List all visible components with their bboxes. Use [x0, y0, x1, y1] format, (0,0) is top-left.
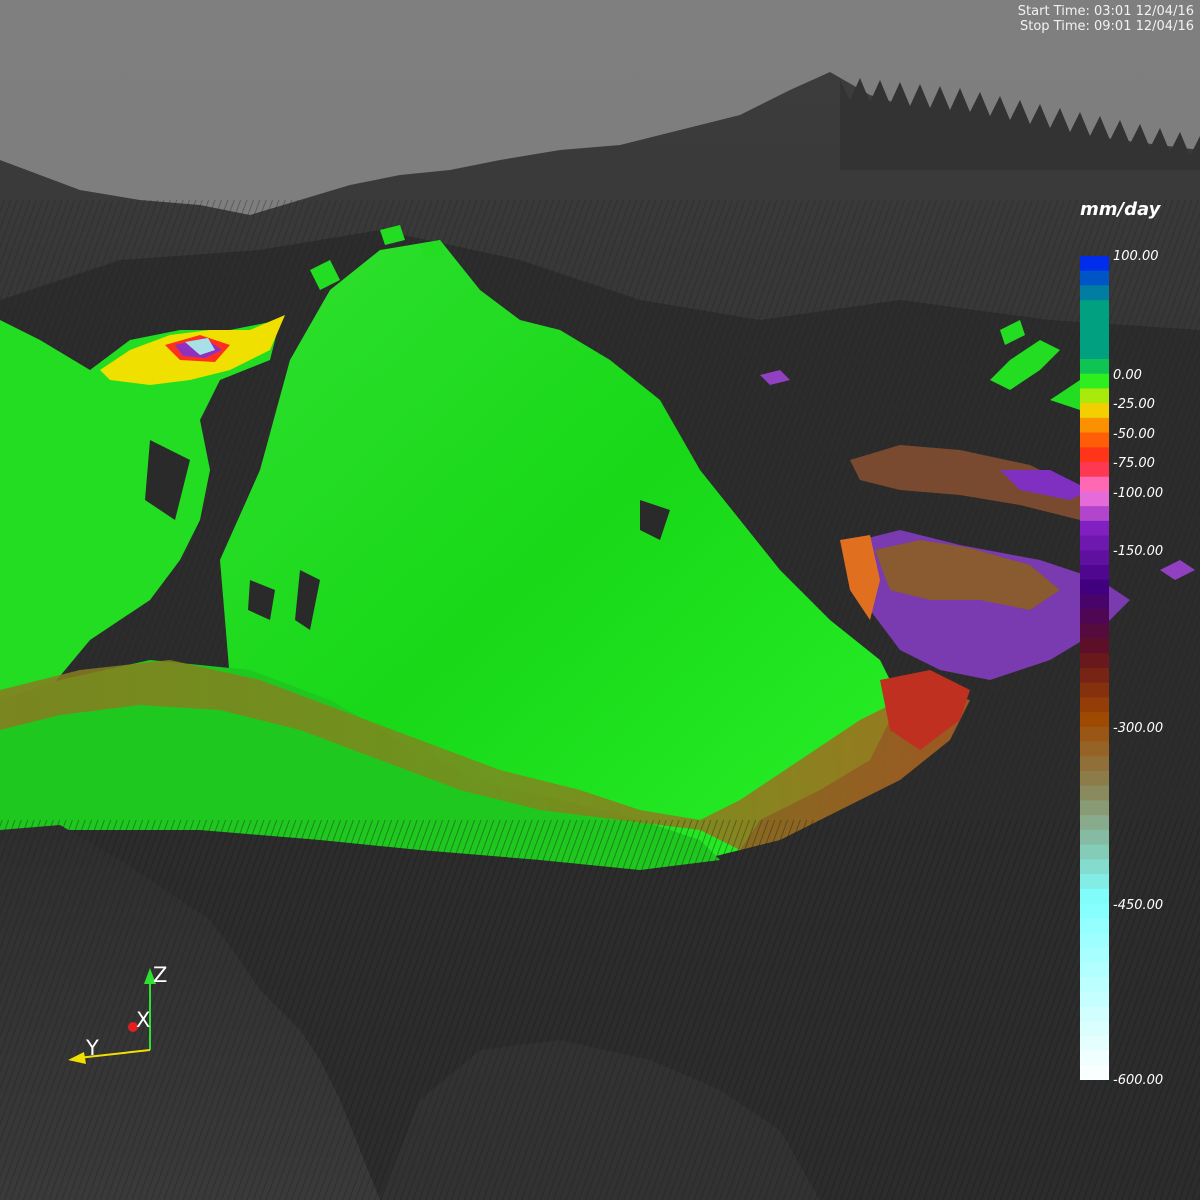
- legend-tick-label: 0.00: [1113, 368, 1142, 383]
- colorbar-segment: [1080, 550, 1109, 566]
- legend-tick-label: -100.00: [1113, 486, 1164, 501]
- colorbar-segment: [1080, 359, 1109, 375]
- colorbar-segment: [1080, 520, 1109, 537]
- colorbar-segment: [1080, 403, 1109, 419]
- colorbar-segment: [1080, 962, 1109, 978]
- colorbar-segment: [1080, 668, 1109, 684]
- colorbar-segment: [1080, 388, 1109, 404]
- colorbar-segment: [1080, 638, 1109, 654]
- legend-tick-label: -300.00: [1113, 721, 1164, 736]
- 3d-viewport[interactable]: Start Time: 03:01 12/04/16 Stop Time: 09…: [0, 0, 1200, 1200]
- colorbar-segment: [1080, 903, 1109, 919]
- colorbar-segment: [1080, 932, 1109, 949]
- colorbar-segment: [1080, 1035, 1109, 1052]
- colorbar-segment: [1080, 888, 1109, 905]
- start-time: Start Time: 03:01 12/04/16: [1017, 4, 1194, 19]
- colorbar-segment: [1080, 447, 1109, 463]
- legend-title: mm/day: [1080, 199, 1161, 220]
- legend-tick-label: -50.00: [1113, 427, 1155, 442]
- colorbar-segment: [1080, 476, 1109, 493]
- axis-label-y: Y: [86, 1036, 99, 1060]
- colorbar-segment: [1080, 344, 1109, 360]
- colorbar-segment: [1080, 800, 1109, 816]
- colorbar-segment: [1080, 491, 1109, 507]
- colorbar-segment: [1080, 623, 1109, 640]
- colorbar-segment: [1080, 535, 1109, 551]
- colorbar-segment: [1080, 609, 1109, 625]
- axis-label-x: X: [136, 1008, 151, 1032]
- legend-tick-label: -150.00: [1113, 544, 1164, 559]
- axis-label-z: Z: [153, 963, 168, 987]
- time-info: Start Time: 03:01 12/04/16 Stop Time: 09…: [1018, 4, 1194, 34]
- colorbar-segment: [1080, 256, 1109, 272]
- legend-tick-label: -450.00: [1113, 898, 1164, 913]
- colorbar-segment: [1080, 1021, 1109, 1037]
- y-axis-arrow: [68, 1052, 86, 1064]
- colorbar-segment: [1080, 314, 1109, 331]
- colorbar-segment: [1080, 991, 1109, 1008]
- colorbar-segment: [1080, 594, 1109, 610]
- colorbar-segment: [1080, 462, 1109, 478]
- axes-triad: [68, 968, 156, 1064]
- colorbar-segment: [1080, 565, 1109, 581]
- colorbar-segment: [1080, 506, 1109, 522]
- legend-tick-label: -75.00: [1113, 456, 1155, 471]
- colorbar-segment: [1080, 771, 1109, 787]
- colorbar-segment: [1080, 653, 1109, 669]
- colorbar-segment: [1080, 815, 1109, 831]
- colorbar-segment: [1080, 741, 1109, 757]
- colorbar-segment: [1080, 417, 1109, 434]
- colorbar-segment: [1080, 682, 1109, 699]
- colorbar-segment: [1080, 270, 1109, 287]
- colorbar-segment: [1080, 918, 1109, 934]
- legend-tick-label: -25.00: [1113, 397, 1155, 412]
- colorbar: [1080, 256, 1109, 1080]
- colorbar-segment: [1080, 1065, 1109, 1080]
- colorbar-segment: [1080, 432, 1109, 448]
- colorbar-segment: [1080, 579, 1109, 596]
- colorbar-segment: [1080, 300, 1109, 316]
- colorbar-segment: [1080, 329, 1109, 345]
- colorbar-segment: [1080, 726, 1109, 743]
- legend-tick-label: 100.00: [1113, 249, 1159, 264]
- legend-tick-label: -600.00: [1113, 1073, 1164, 1088]
- colorbar-segment: [1080, 785, 1109, 802]
- colorbar-segment: [1080, 859, 1109, 875]
- colorbar-segment: [1080, 829, 1109, 846]
- colorbar-segment: [1080, 947, 1109, 963]
- colorbar-segment: [1080, 874, 1109, 890]
- stop-time: Stop Time: 09:01 12/04/16: [1020, 19, 1194, 34]
- colorbar-segment: [1080, 285, 1109, 301]
- colorbar-segment: [1080, 1050, 1109, 1066]
- colorbar-segment: [1080, 712, 1109, 728]
- colorbar-segment: [1080, 373, 1109, 390]
- colorbar-segment: [1080, 697, 1109, 713]
- colorbar-segment: [1080, 844, 1109, 860]
- colorbar-segment: [1080, 1006, 1109, 1022]
- colorbar-segment: [1080, 977, 1109, 993]
- colorbar-segment: [1080, 756, 1109, 772]
